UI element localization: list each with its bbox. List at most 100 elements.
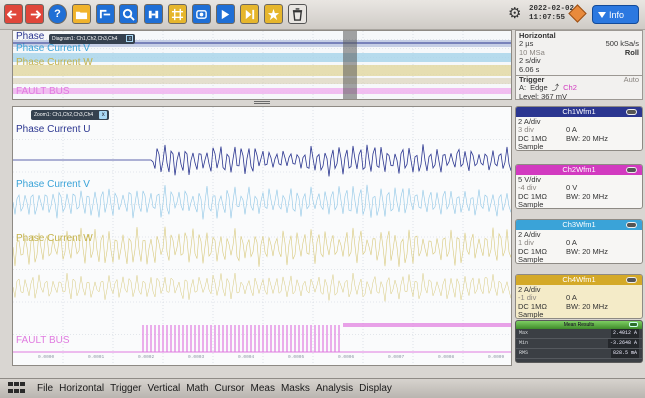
measurement-row: Max 2.4012 A xyxy=(516,329,642,339)
horizontal-value: 6.06 s xyxy=(519,64,540,74)
screenshot-icon xyxy=(196,9,207,19)
dropdown-arrow-icon xyxy=(598,12,606,18)
undo-button[interactable] xyxy=(4,4,23,24)
info-button[interactable]: Info xyxy=(592,5,639,24)
zoom-icon xyxy=(122,8,135,21)
measurement-row: RMS 828.5 mA xyxy=(516,349,642,359)
trigger-mode: Auto xyxy=(623,75,639,85)
measurement-value: 828.5 mA xyxy=(610,349,639,358)
apps-grid-icon[interactable] xyxy=(8,381,28,396)
menu-item-analysis[interactable]: Analysis xyxy=(313,383,356,394)
overview-ch1-label: Phase xyxy=(16,31,45,42)
channel-bandwidth: BW: 20 MHz xyxy=(566,133,608,143)
wizard-button[interactable] xyxy=(264,4,283,24)
side-panel: Horizontal 2 µs 500 kSa/s 10 MSa Roll 2 s/… xyxy=(513,30,645,376)
channel-settings: 5 V/div -4 div 0 V DC 1MΩ BW: 20 MHz Sample xyxy=(516,175,642,208)
measurement-value: -3.2648 A xyxy=(607,339,639,348)
channel-card[interactable]: Ch2Wfm1 5 V/div -4 div 0 V DC 1MΩ BW: 20 MHz S… xyxy=(515,164,643,209)
pane-divider-handle[interactable] xyxy=(254,101,270,104)
channel-title: Ch4Wfm1 xyxy=(562,275,596,284)
fault-band xyxy=(343,323,511,327)
toggle-icon[interactable] xyxy=(626,277,637,283)
toggle-icon[interactable] xyxy=(626,167,637,173)
zoom-button[interactable] xyxy=(119,4,138,24)
measurement-header: Mean Results xyxy=(516,321,642,329)
trigger-level-value: Level: 367 mV xyxy=(519,91,567,101)
channel-card-header: Ch2Wfm1 xyxy=(516,165,642,175)
zoom-diagram[interactable]: Zoom1: Ch1,Ch2,Ch3,Ch4 x Phase Current U… xyxy=(12,106,512,366)
measurement-title: Mean Results xyxy=(563,322,595,328)
menu-item-horizontal[interactable]: Horizontal xyxy=(56,383,107,394)
menu-item-cursor[interactable]: Cursor xyxy=(212,383,248,394)
close-icon[interactable]: x xyxy=(99,111,108,119)
time-tick-label: 0.0002 xyxy=(138,355,155,360)
channel-card-header: Ch3Wfm1 xyxy=(516,220,642,230)
channel-card[interactable]: Ch4Wfm1 2 A/div -1 div 0 A DC 1MΩ BW: 20 MHz S… xyxy=(515,274,643,319)
menu-item-display[interactable]: Display xyxy=(356,383,395,394)
open-button[interactable] xyxy=(72,4,91,24)
overview-ch2-label: Phase Current V xyxy=(16,43,90,54)
run-button[interactable] xyxy=(240,4,259,24)
close-icon[interactable]: x xyxy=(126,35,134,42)
redo-button[interactable] xyxy=(25,4,44,24)
measurement-results[interactable]: Mean Results Max 2.4012 A Min -3.2648 A RM… xyxy=(515,320,643,363)
zoom-tab[interactable]: Zoom1: Ch1,Ch2,Ch3,Ch4 x xyxy=(31,110,110,120)
measurement-label: Min xyxy=(519,340,529,346)
zoom-window-marker[interactable] xyxy=(343,31,357,99)
time-text: 11:07:55 xyxy=(529,14,566,22)
channel-card[interactable]: Ch1Wfm1 2 A/div 3 div 0 A DC 1MΩ BW: 20 MHz Sa… xyxy=(515,106,643,151)
run-continuous-icon xyxy=(245,9,255,19)
settings-gear-icon[interactable]: ⚙ xyxy=(508,6,522,21)
channel-bandwidth: BW: 20 MHz xyxy=(566,191,608,201)
zoom-tab-label: Zoom1: Ch1,Ch2,Ch3,Ch4 xyxy=(34,112,94,118)
menu-item-vertical[interactable]: Vertical xyxy=(144,383,183,394)
time-axis-ticks: 0.0000 0.0001 0.0002 0.0003 0.0004 0.0005 0.00… xyxy=(13,355,511,363)
channel-mode: Sample xyxy=(518,255,544,264)
zoom-ch3-label: Phase Current W xyxy=(16,233,93,244)
find-button[interactable] xyxy=(144,4,163,24)
autoset-button[interactable] xyxy=(96,4,115,24)
toggle-icon[interactable] xyxy=(629,322,638,327)
channel-mode: Sample xyxy=(518,142,544,151)
toggle-icon[interactable] xyxy=(626,109,637,115)
toggle-icon[interactable] xyxy=(626,222,637,228)
menu-item-trigger[interactable]: Trigger xyxy=(107,383,144,394)
time-tick-label: 0.0009 xyxy=(488,355,505,360)
help-button[interactable]: ? xyxy=(48,4,67,24)
menu-item-meas[interactable]: Meas xyxy=(248,383,278,394)
horizontal-value: Roll xyxy=(624,47,639,57)
horizontal-row: 6.06 s xyxy=(516,64,642,74)
autoset-icon xyxy=(99,9,111,18)
menu-item-math[interactable]: Math xyxy=(183,383,211,394)
top-toolbar: ? ⚙ 2022-02-02 11:07:55 Info xyxy=(0,0,645,30)
marker-button[interactable] xyxy=(168,4,187,24)
info-label: Info xyxy=(609,10,625,20)
time-tick-label: 0.0005 xyxy=(288,355,305,360)
undo-icon xyxy=(7,9,17,19)
ch3-band xyxy=(13,78,511,84)
overview-tab-label: Diagram1: Ch1,Ch2,Ch3,Ch4 xyxy=(52,36,118,42)
time-tick-label: 0.0008 xyxy=(438,355,455,360)
time-tick-label: 0.0007 xyxy=(388,355,405,360)
screenshot-button[interactable] xyxy=(192,4,211,24)
channel-card[interactable]: Ch3Wfm1 2 A/div 1 div 0 A DC 1MΩ BW: 20 MHz Sa… xyxy=(515,219,643,264)
single-button[interactable] xyxy=(216,4,235,24)
redo-icon xyxy=(30,9,41,19)
measurement-label: RMS xyxy=(519,350,529,356)
channel-settings: 2 A/div 3 div 0 A DC 1MΩ BW: 20 MHz Sample xyxy=(516,117,642,151)
channel-mode: Sample xyxy=(518,310,544,319)
menu-item-masks[interactable]: Masks xyxy=(278,383,313,394)
zoom-fault-label: FAULT BUS xyxy=(16,335,70,346)
binoculars-icon xyxy=(148,10,159,18)
menu-item-file[interactable]: File xyxy=(34,383,56,394)
measurement-row: Min -3.2648 A xyxy=(516,339,642,349)
overview-diagram[interactable]: Phase Diagram1: Ch1,Ch2,Ch3,Ch4 x Phase … xyxy=(12,30,512,100)
delete-button[interactable] xyxy=(288,4,307,24)
ch3-trace-lower xyxy=(13,273,511,302)
time-tick-label: 0.0006 xyxy=(338,355,355,360)
horizontal-card[interactable]: Horizontal 2 µs 500 kSa/s 10 MSa Roll 2 s/… xyxy=(515,30,643,101)
grid-marker-icon xyxy=(171,8,184,20)
fault-band xyxy=(13,88,511,94)
time-tick-label: 0.0000 xyxy=(38,355,55,360)
run-single-icon xyxy=(221,9,230,19)
